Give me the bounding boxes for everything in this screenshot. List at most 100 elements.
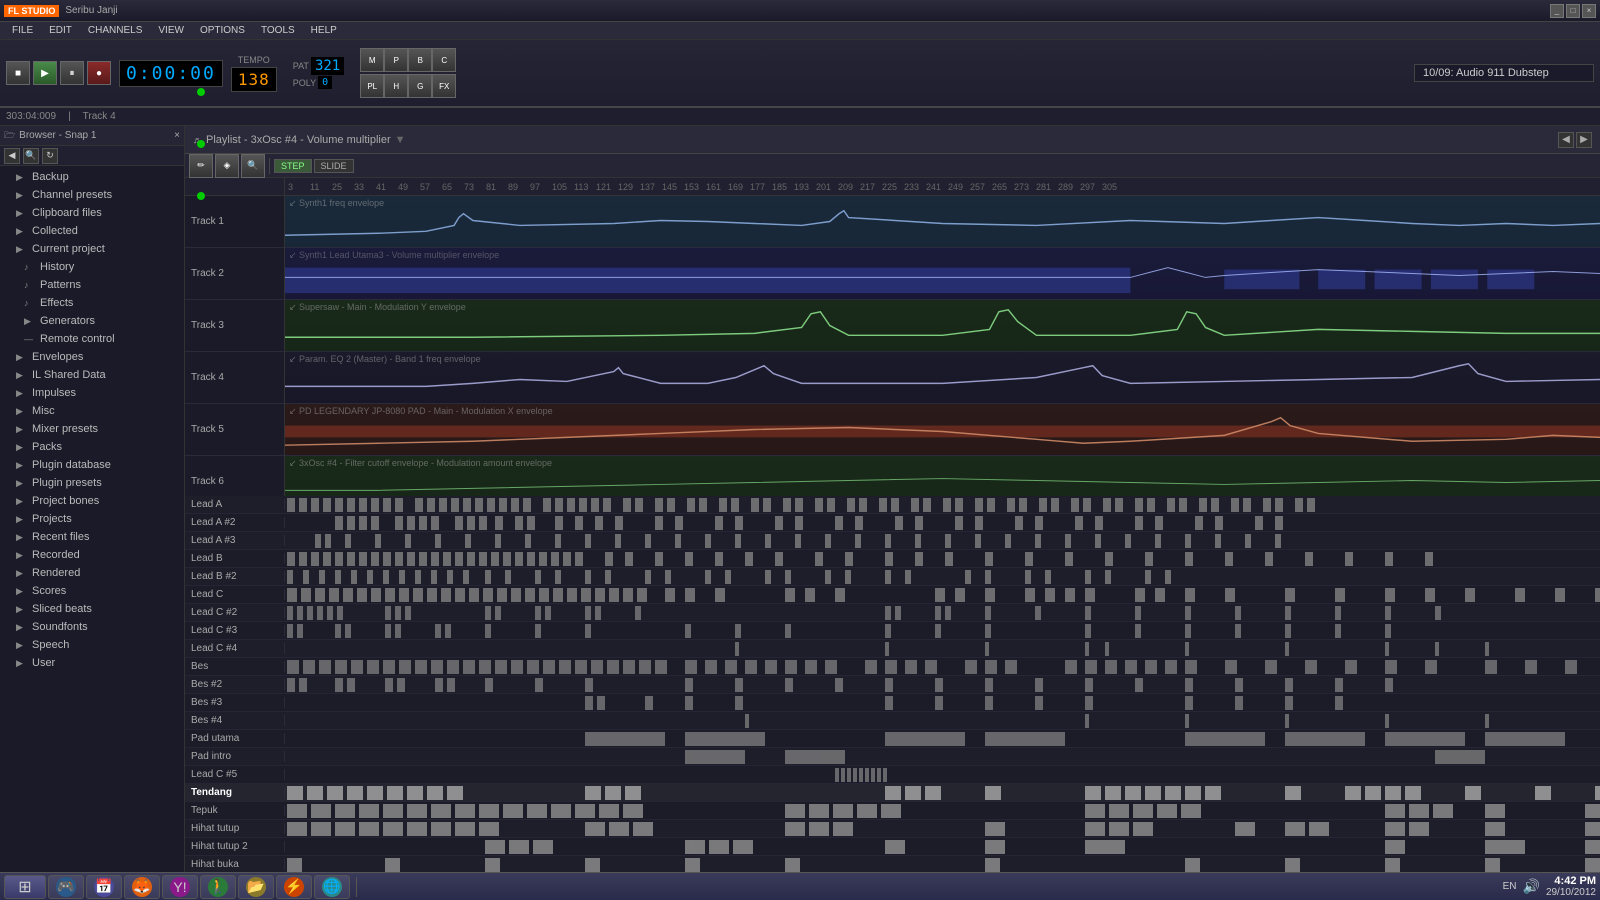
sidebar-item-generators[interactable]: ▶ Generators [0, 312, 184, 330]
browser-refresh-btn[interactable]: ↻ [42, 148, 58, 164]
titlebar: FL STUDIO Seribu Janji _ □ × [0, 0, 1600, 22]
taskbar-app-btn[interactable]: 🌐 [314, 875, 350, 899]
sidebar-item-recent-files[interactable]: ▶ Recent files [0, 528, 184, 546]
taskbar-files-btn[interactable]: 📂 [238, 875, 274, 899]
sidebar-item-projects[interactable]: ▶ Projects [0, 510, 184, 528]
zoom-tool-btn[interactable]: 🔍 [241, 154, 265, 178]
pattern-label: Tepuk [185, 805, 285, 816]
app-icon: 🌐 [322, 877, 342, 897]
fx-btn[interactable]: FX [432, 74, 456, 98]
pattern-row-lead-b: Lead B [185, 550, 1600, 568]
sidebar-item-effects[interactable]: ♪ Effects [0, 294, 184, 312]
sidebar-item-misc[interactable]: ▶ Misc [0, 402, 184, 420]
sidebar-label: Effects [40, 297, 73, 309]
browser-back-btn[interactable]: ◀ [4, 148, 20, 164]
sidebar-item-collected[interactable]: ▶ Collected [0, 222, 184, 240]
pattern-row-lead-a2: Lead A #2 [185, 514, 1600, 532]
folder-icon: ▶ [16, 622, 28, 633]
menu-tools[interactable]: TOOLS [253, 22, 303, 39]
person-icon: 🚶 [208, 877, 228, 897]
sidebar-item-speech[interactable]: ▶ Speech [0, 636, 184, 654]
playlist-next-btn[interactable]: ▶ [1576, 132, 1592, 148]
select-tool-btn[interactable]: ◈ [215, 154, 239, 178]
sidebar-item-project-bones[interactable]: ▶ Project bones [0, 492, 184, 510]
sidebar-label: Remote control [40, 333, 115, 345]
sidebar-item-recorded[interactable]: ▶ Recorded [0, 546, 184, 564]
pause-button[interactable]: ⏸ [60, 61, 84, 85]
folder-icon: ▶ [16, 370, 28, 381]
sidebar-label: Mixer presets [32, 423, 98, 435]
dropdown-icon[interactable]: ▼ [395, 134, 406, 146]
pattern-blocks [285, 748, 1600, 765]
minimize-button[interactable]: _ [1550, 4, 1564, 18]
start-button[interactable]: ⊞ [4, 875, 46, 899]
piano-btn[interactable]: P [384, 48, 408, 72]
sidebar-item-packs[interactable]: ▶ Packs [0, 438, 184, 456]
envelope-track-2: ↙ Synth1 Lead Utama3 - Volume multiplier… [285, 248, 1600, 300]
taskbar-firefox-btn[interactable]: 🦊 [124, 875, 160, 899]
slide-btn[interactable]: SLIDE [314, 159, 354, 173]
gen-btn[interactable]: G [408, 74, 432, 98]
playlist-btn[interactable]: PL [360, 74, 384, 98]
menu-edit[interactable]: EDIT [41, 22, 80, 39]
playlist-prev-btn[interactable]: ◀ [1558, 132, 1574, 148]
music-icon: ⚡ [284, 877, 304, 897]
menu-channels[interactable]: CHANNELS [80, 22, 150, 39]
sidebar-item-scores[interactable]: ▶ Scores [0, 582, 184, 600]
menu-file[interactable]: FILE [4, 22, 41, 39]
pattern-blocks [285, 604, 1600, 621]
sidebar-label: Recorded [32, 549, 80, 561]
step-btn[interactable]: STEP [274, 159, 312, 173]
sidebar-item-impulses[interactable]: ▶ Impulses [0, 384, 184, 402]
menu-options[interactable]: OPTIONS [192, 22, 253, 39]
browser-search-btn[interactable]: 🔍 [23, 148, 39, 164]
sidebar-item-user[interactable]: ▶ User [0, 654, 184, 672]
browser-btn[interactable]: B [408, 48, 432, 72]
pattern-blocks [285, 838, 1600, 855]
folder-icon: ▶ [16, 460, 28, 471]
taskbar-calendar-btn[interactable]: 📅 [86, 875, 122, 899]
sidebar-item-plugin-presets[interactable]: ▶ Plugin presets [0, 474, 184, 492]
pattern-row-bes4: Bes #4 [185, 712, 1600, 730]
taskbar-steam-btn[interactable]: 🎮 [48, 875, 84, 899]
sidebar-item-sliced-beats[interactable]: ▶ Sliced beats [0, 600, 184, 618]
sidebar-item-backup[interactable]: ▶ Backup [0, 168, 184, 186]
menu-help[interactable]: HELP [303, 22, 345, 39]
draw-tool-btn[interactable]: ✏ [189, 154, 213, 178]
sidebar-item-rendered[interactable]: ▶ Rendered [0, 564, 184, 582]
bpm-display[interactable]: 138 [231, 67, 277, 92]
note-icon: ♪ [24, 262, 36, 272]
sidebar-item-soundfonts[interactable]: ▶ Soundfonts [0, 618, 184, 636]
sidebar-item-shared-data[interactable]: ▶ IL Shared Data [0, 366, 184, 384]
track-2-active-dot [197, 140, 205, 148]
browser-close[interactable]: × [174, 130, 180, 141]
pattern-label: Bes #2 [185, 679, 285, 690]
taskbar: ⊞ 🎮 📅 🦊 Y! 🚶 📂 ⚡ 🌐 EN 🔊 4:42 PM 29/10/20… [0, 872, 1600, 900]
record-button[interactable]: ● [87, 61, 111, 85]
stop-button[interactable]: ■ [6, 61, 30, 85]
sidebar-item-plugin-database[interactable]: ▶ Plugin database [0, 456, 184, 474]
sidebar-item-patterns[interactable]: ♪ Patterns [0, 276, 184, 294]
play-button[interactable]: ▶ [33, 61, 57, 85]
sidebar-item-history[interactable]: ♪ History [0, 258, 184, 276]
close-button[interactable]: × [1582, 4, 1596, 18]
taskbar-person-btn[interactable]: 🚶 [200, 875, 236, 899]
taskbar-music-btn[interactable]: ⚡ [276, 875, 312, 899]
sidebar-item-channel-presets[interactable]: ▶ Channel presets [0, 186, 184, 204]
history-btn[interactable]: H [384, 74, 408, 98]
sidebar-label: Plugin database [32, 459, 111, 471]
pattern-row-lead-a3: Lead A #3 [185, 532, 1600, 550]
sidebar-item-envelopes[interactable]: ▶ Envelopes [0, 348, 184, 366]
mixer-btn[interactable]: M [360, 48, 384, 72]
channel-btn[interactable]: C [432, 48, 456, 72]
folder-icon: 📂 [246, 877, 266, 897]
menu-view[interactable]: VIEW [150, 22, 192, 39]
sidebar-item-current-project[interactable]: ▶ Current project [0, 240, 184, 258]
sidebar-item-clipboard[interactable]: ▶ Clipboard files [0, 204, 184, 222]
folder-icon: ▶ [16, 226, 28, 237]
sidebar-item-remote-control[interactable]: — Remote control [0, 330, 184, 348]
taskbar-yahoo-btn[interactable]: Y! [162, 875, 198, 899]
maximize-button[interactable]: □ [1566, 4, 1580, 18]
sidebar-item-mixer-presets[interactable]: ▶ Mixer presets [0, 420, 184, 438]
note-icon: ♪ [24, 280, 36, 290]
